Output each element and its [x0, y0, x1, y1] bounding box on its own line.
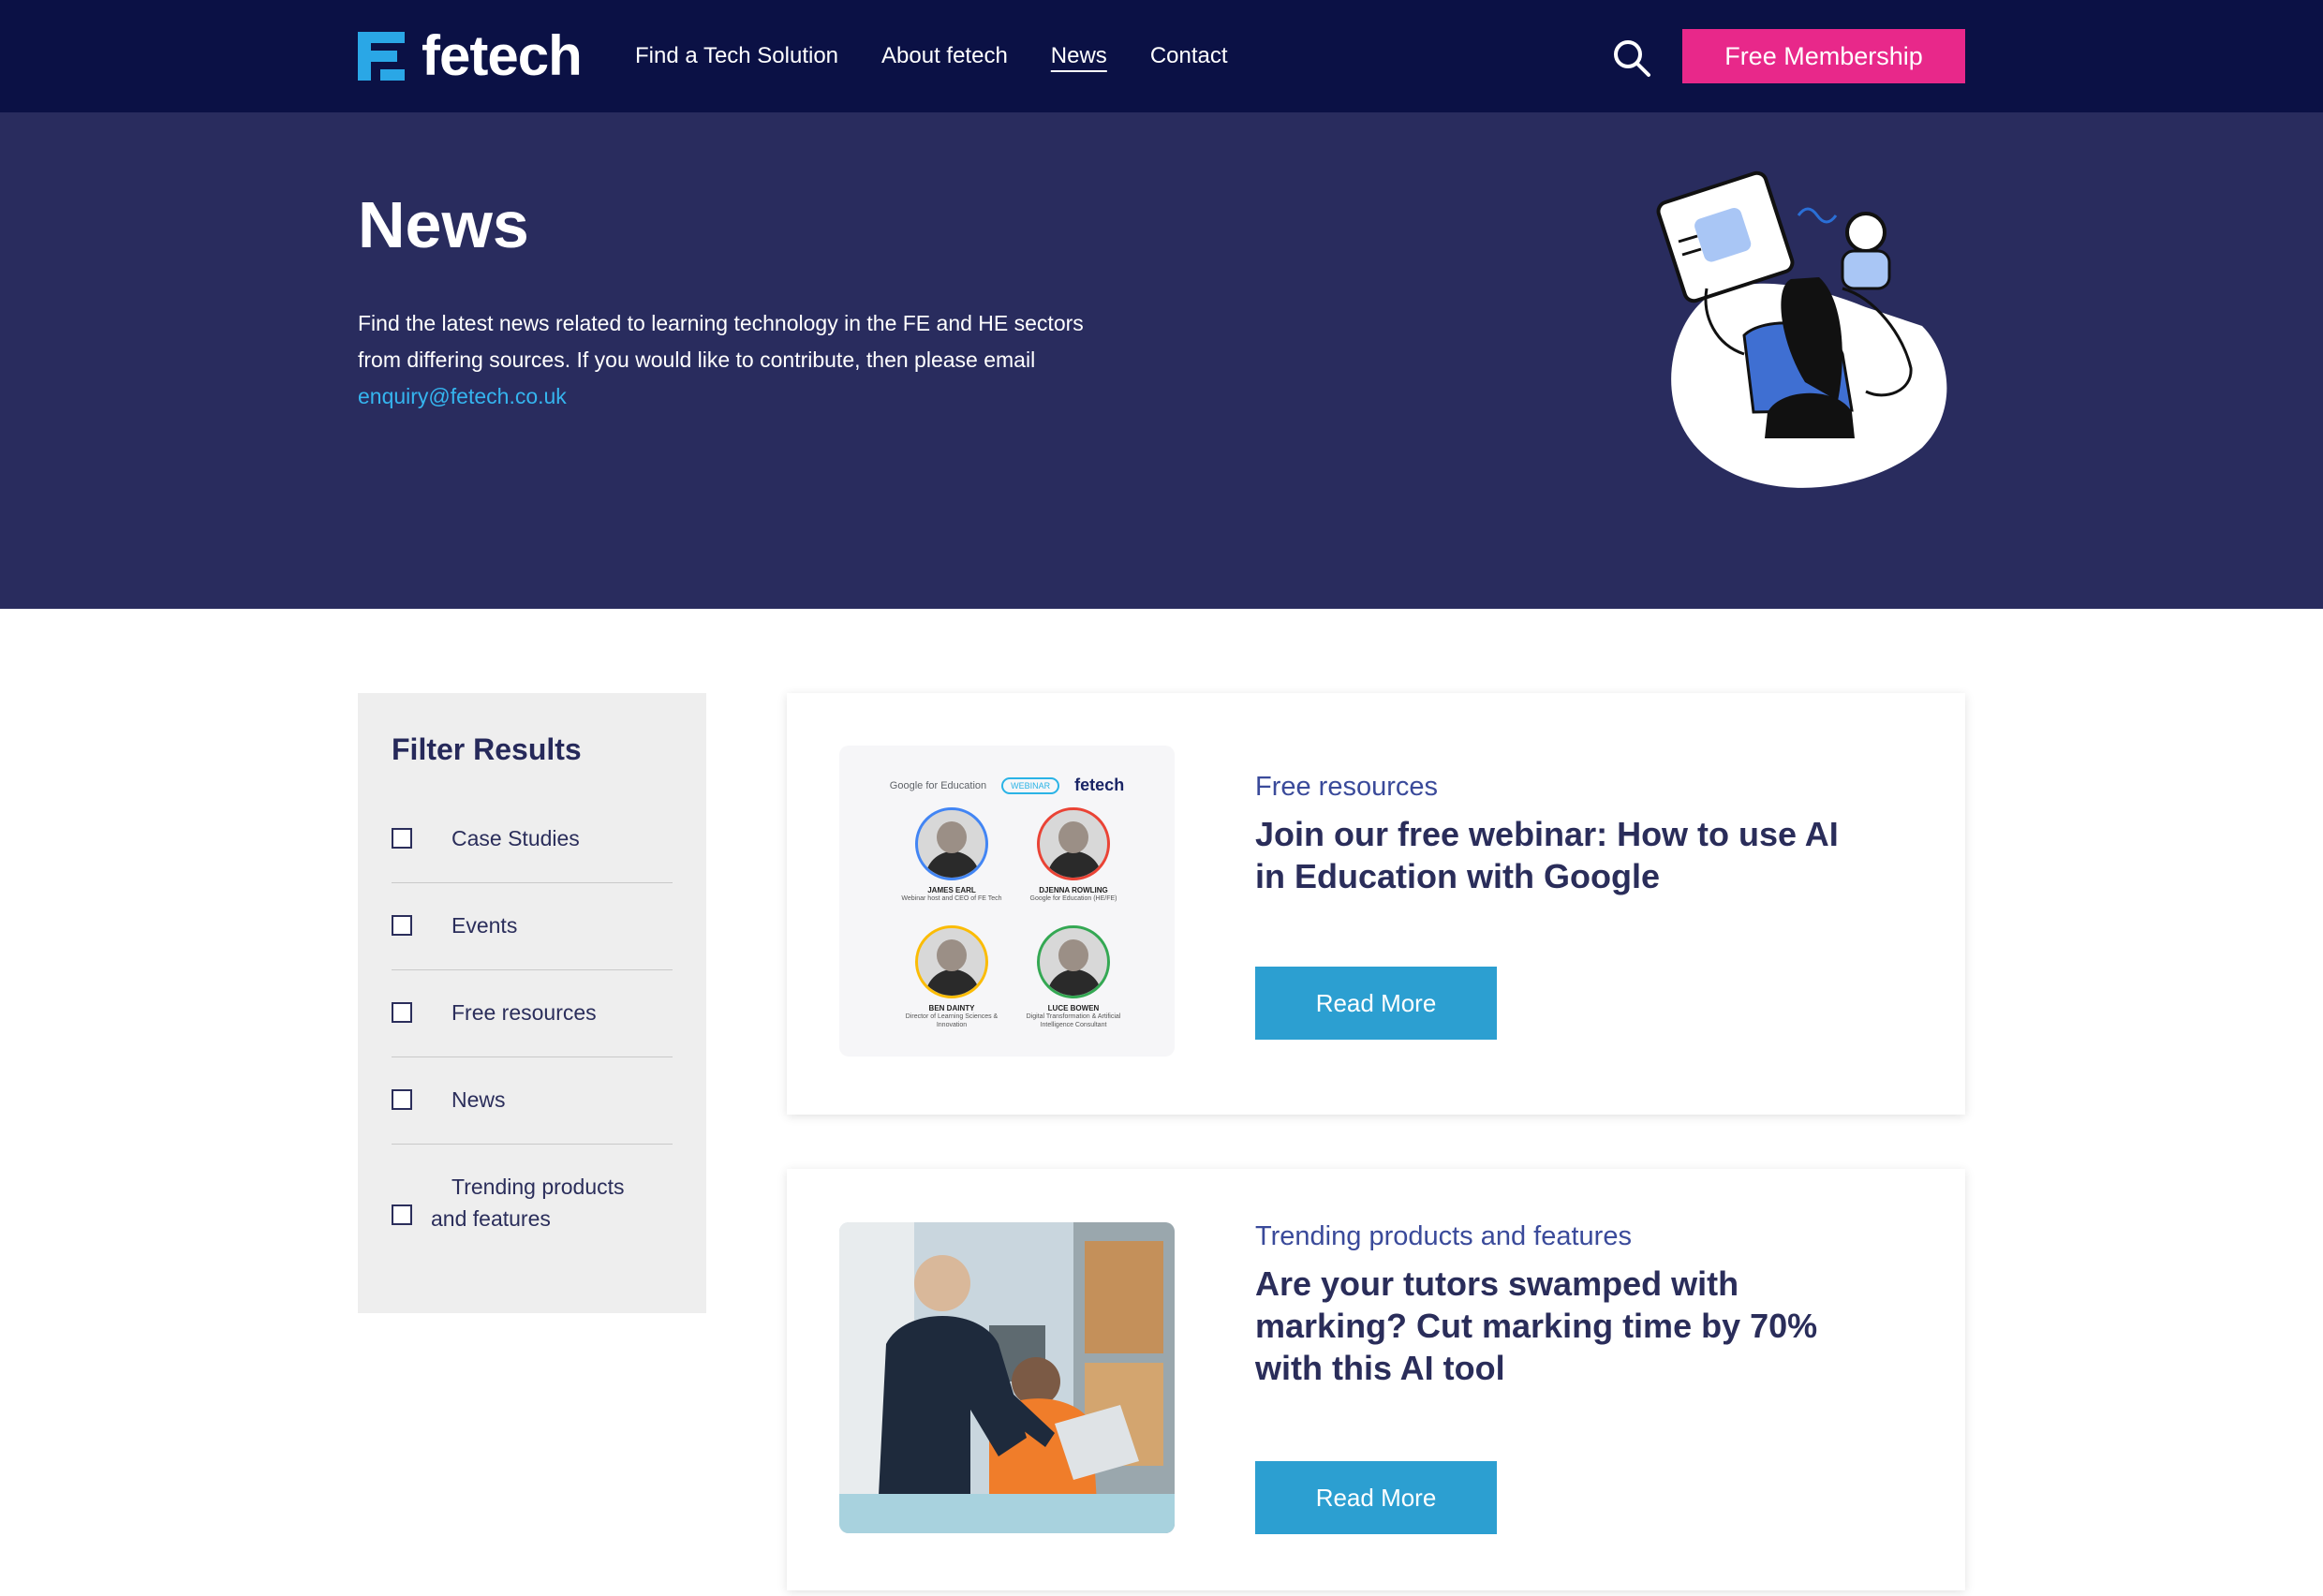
filter-label: Free resources: [451, 1000, 597, 1025]
fetech-logo[interactable]: fetech: [358, 24, 583, 87]
checkbox[interactable]: [392, 1204, 412, 1225]
webinar-header: Google for Education WEBINAR fetech: [839, 776, 1175, 795]
speaker-card: JAMES EARL Webinar host and CEO of FE Te…: [895, 807, 1008, 903]
hero-description-text: Find the latest news related to learning…: [358, 311, 1084, 372]
hero-description: Find the latest news related to learning…: [358, 305, 1107, 415]
filter-title: Filter Results: [392, 732, 582, 766]
read-more-button[interactable]: Read More: [1255, 967, 1497, 1040]
article-title[interactable]: Are your tutors swamped with marking? Cu…: [1255, 1263, 1855, 1389]
speaker-role: Google for Education (HE/FE): [1029, 895, 1117, 902]
webinar-badge: WEBINAR: [1001, 776, 1060, 794]
reading-person-illustration: [1650, 167, 1950, 504]
read-more-button[interactable]: Read More: [1255, 1461, 1497, 1534]
hero-banner: [0, 112, 2323, 609]
filter-list: Case Studies Events Free resources News …: [392, 796, 673, 1248]
nav-news[interactable]: News: [1051, 37, 1107, 75]
filter-option-trending-products[interactable]: Trending products and features: [392, 1145, 673, 1248]
filter-option-events[interactable]: Events: [392, 883, 673, 970]
checkbox[interactable]: [392, 828, 412, 849]
speaker-role: Webinar host and CEO of FE Tech: [901, 895, 1002, 902]
speaker-role: Digital Transformation & Artificial Inte…: [1026, 1013, 1121, 1028]
article-title[interactable]: Join our free webinar: How to use AI in …: [1255, 813, 1855, 897]
filter-option-case-studies[interactable]: Case Studies: [392, 796, 673, 883]
checkbox[interactable]: [392, 915, 412, 936]
main-nav: Find a Tech Solution About fetech News C…: [635, 37, 1228, 75]
contact-email-link[interactable]: enquiry@fetech.co.uk: [358, 384, 567, 408]
speaker-role: Director of Learning Sciences & Innovati…: [905, 1013, 999, 1028]
logo-text: fetech: [422, 24, 583, 87]
nav-find-a-tech-solution[interactable]: Find a Tech Solution: [635, 37, 838, 75]
speaker-name: JAMES EARL: [927, 886, 976, 894]
filter-option-news[interactable]: News: [392, 1057, 673, 1145]
speaker-avatar: [915, 925, 988, 998]
filter-label: News: [451, 1087, 506, 1112]
webinar-thumbnail[interactable]: Google for Education WEBINAR fetech JAME…: [839, 746, 1175, 1057]
speaker-card: DJENNA ROWLING Google for Education (HE/…: [1017, 807, 1130, 903]
speaker-name: BEN DAINTY: [928, 1004, 975, 1012]
free-membership-button[interactable]: Free Membership: [1682, 29, 1965, 83]
article-card: Trending products and features Are your …: [787, 1169, 1965, 1590]
speaker-name: DJENNA ROWLING: [1039, 886, 1108, 894]
fetech-logo-icon: [358, 32, 405, 81]
filter-panel: Filter Results Case Studies Events Free …: [358, 693, 706, 1313]
article-category[interactable]: Trending products and features: [1255, 1219, 1632, 1253]
google-for-education-label: Google for Education: [889, 779, 987, 791]
article-card: Google for Education WEBINAR fetech JAME…: [787, 693, 1965, 1115]
article-category[interactable]: Free resources: [1255, 770, 1438, 804]
nav-contact[interactable]: Contact: [1150, 37, 1228, 75]
speaker-avatar: [915, 807, 988, 880]
checkbox[interactable]: [392, 1089, 412, 1110]
page-title: News: [358, 188, 529, 261]
search-icon[interactable]: [1609, 36, 1654, 81]
speaker-card: LUCE BOWEN Digital Transformation & Arti…: [1017, 925, 1130, 1029]
nav-about-fetech[interactable]: About fetech: [881, 37, 1008, 75]
article-photo[interactable]: [839, 1222, 1175, 1533]
filter-label: Events: [451, 913, 518, 938]
filter-option-free-resources[interactable]: Free resources: [392, 970, 673, 1057]
speaker-avatar: [1037, 807, 1110, 880]
filter-label: Trending products and features: [431, 1175, 625, 1231]
top-navigation-bar: fetech Find a Tech Solution About fetech…: [0, 0, 2323, 112]
speaker-avatar: [1037, 925, 1110, 998]
speaker-card: BEN DAINTY Director of Learning Sciences…: [895, 925, 1008, 1029]
speaker-name: LUCE BOWEN: [1047, 1004, 1100, 1012]
fetech-mini-logo: fetech: [1074, 776, 1125, 794]
checkbox[interactable]: [392, 1002, 412, 1023]
filter-label: Case Studies: [451, 826, 580, 850]
